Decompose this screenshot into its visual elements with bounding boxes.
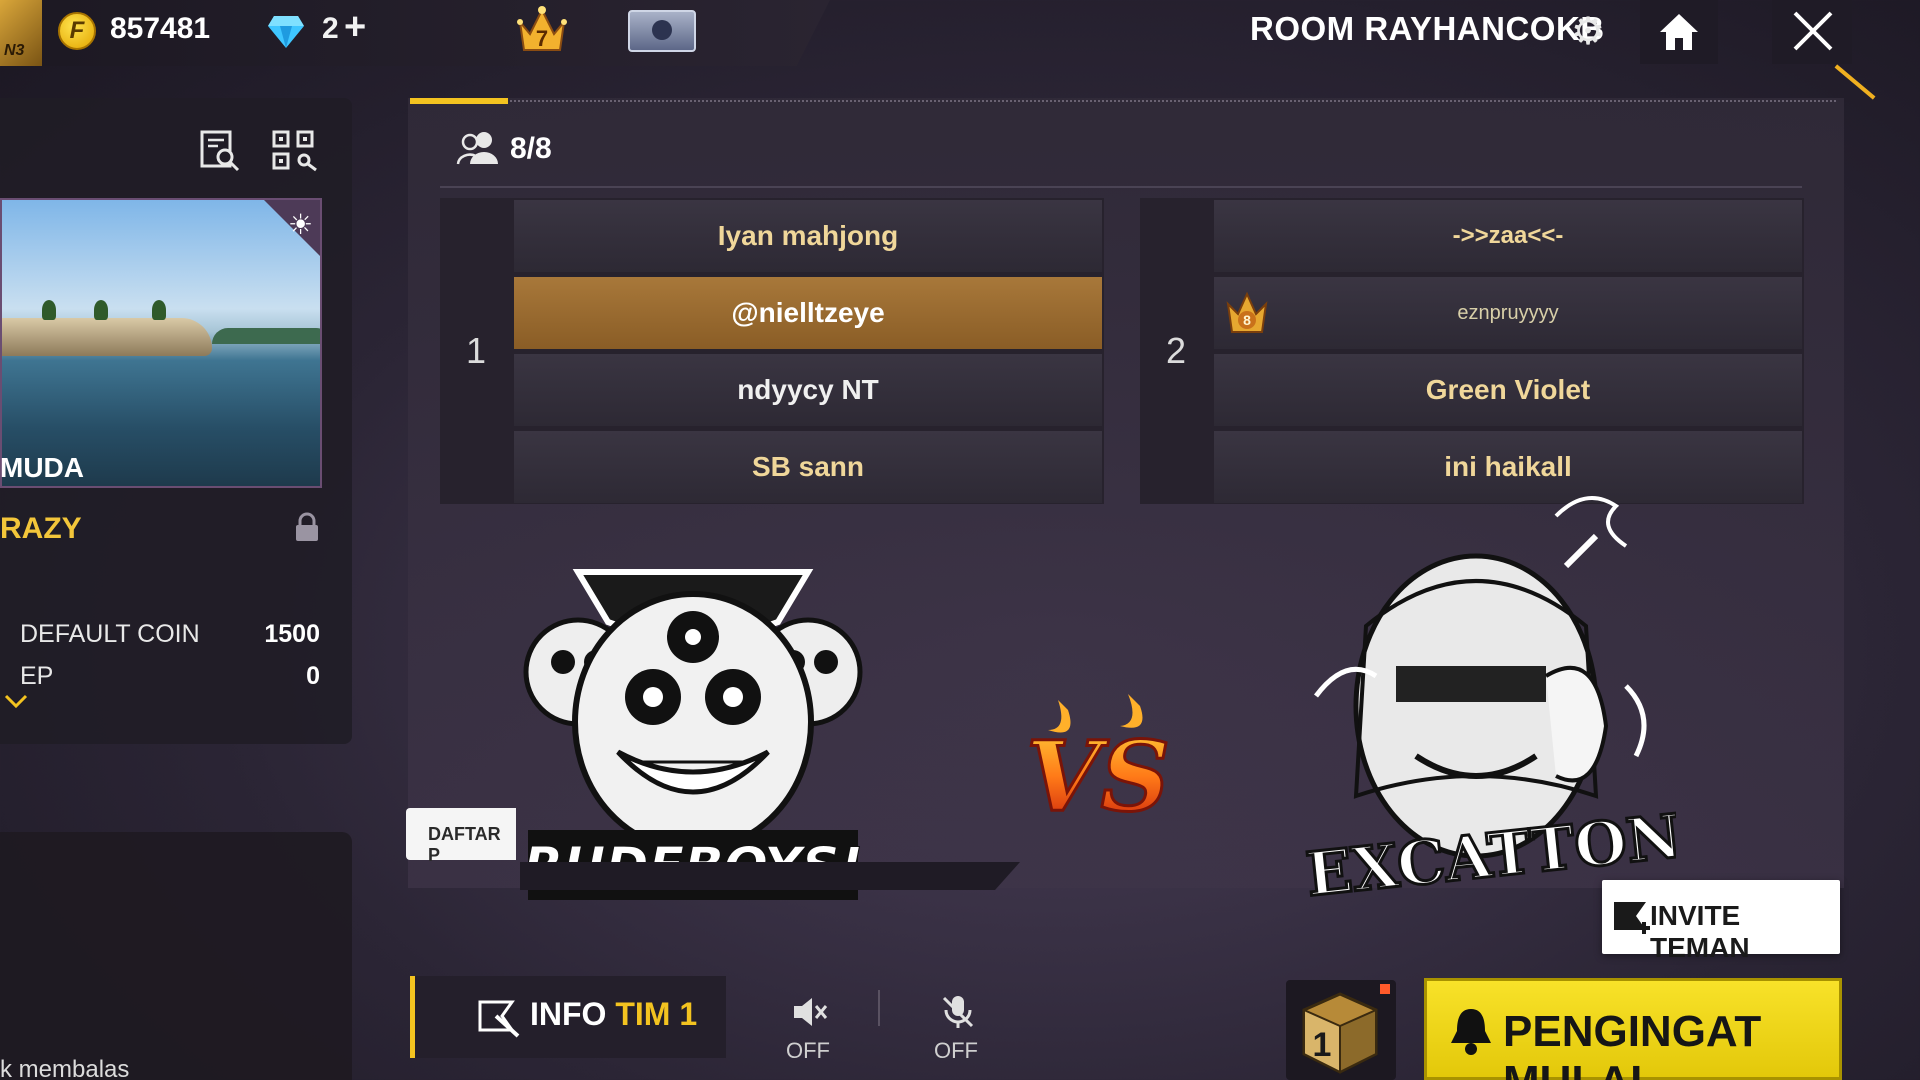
team-info-label: INFO TIM 1 bbox=[530, 996, 697, 1033]
team-info-team: TIM 1 bbox=[615, 996, 698, 1032]
diamond-balance: 2 bbox=[322, 12, 339, 45]
rank-crown-level: 8 bbox=[1243, 312, 1251, 328]
rank-tag: N3 bbox=[4, 42, 25, 59]
mic-toggle[interactable]: OFF bbox=[916, 986, 996, 1076]
daftar-label: DAFTAR P bbox=[428, 824, 501, 865]
team-1-number: 1 bbox=[465, 330, 487, 371]
room-title: ROOM RAYHANCOKB bbox=[1250, 10, 1605, 47]
daytime-sun-icon: ☀ bbox=[288, 209, 314, 240]
stat-value-default-coin: 1500 bbox=[264, 620, 320, 648]
mic-mute-icon bbox=[942, 996, 974, 1028]
decor-slash bbox=[1834, 64, 1876, 100]
start-reminder-button[interactable]: PENGINGAT MULAI bbox=[1424, 978, 1842, 1080]
stat-label-ep: EP bbox=[20, 662, 54, 690]
lock-icon bbox=[296, 512, 318, 541]
crown-level-number: 7 bbox=[536, 26, 548, 51]
header-divider bbox=[440, 186, 1802, 188]
map-palm bbox=[94, 300, 108, 320]
stat-value-ep: 0 bbox=[306, 662, 320, 690]
versus-text: VS bbox=[1028, 720, 1168, 833]
tab-divider bbox=[510, 100, 1836, 102]
gear-icon[interactable]: ⚙ bbox=[1568, 12, 1608, 52]
bell-icon bbox=[1451, 1009, 1491, 1055]
team-1-slot-2[interactable]: @nielltzeye bbox=[514, 277, 1102, 349]
team-2-slot-2[interactable]: eznpruyyyy bbox=[1214, 277, 1802, 349]
team-flag-icon bbox=[478, 1000, 520, 1038]
home-button[interactable] bbox=[1640, 0, 1718, 64]
team-2-number: 2 bbox=[1165, 330, 1187, 371]
home-icon bbox=[1660, 14, 1698, 50]
stat-label-default-coin: DEFAULT COIN bbox=[20, 620, 200, 648]
map-name: MUDA bbox=[0, 452, 84, 483]
qr-share-icon[interactable] bbox=[272, 130, 318, 172]
team-rudeboys-emblem: RUDEBOYS! bbox=[523, 569, 863, 900]
map-palm bbox=[42, 300, 56, 320]
chat-message: k membalas bbox=[0, 1056, 130, 1080]
loot-box-button[interactable]: 1 bbox=[1286, 980, 1396, 1080]
map-hills bbox=[212, 328, 320, 344]
team-1-slot-4[interactable]: SB sann bbox=[514, 431, 1102, 503]
topup-plus-button[interactable]: + bbox=[344, 6, 366, 49]
invite-friend-button[interactable]: INVITE TEMAN bbox=[1602, 880, 1840, 963]
team-info-button[interactable]: INFO TIM 1 bbox=[412, 976, 726, 1058]
gold-coin-icon: F bbox=[58, 12, 96, 50]
close-icon bbox=[1793, 11, 1833, 51]
chevron-down-icon[interactable] bbox=[4, 694, 28, 708]
diamond-icon bbox=[268, 16, 304, 48]
notification-dot bbox=[1380, 984, 1390, 994]
coin-balance: 857481 bbox=[110, 12, 211, 45]
audio-separator bbox=[878, 990, 880, 1026]
pass-card-icon[interactable] bbox=[628, 10, 696, 52]
start-reminder-label: PENGINGAT MULAI bbox=[1503, 1007, 1762, 1080]
speaker-toggle[interactable]: OFF bbox=[768, 986, 848, 1076]
daftar-tab[interactable]: DAFTAR P bbox=[406, 808, 516, 865]
team-2-slot-1[interactable]: ->>zaa<<- bbox=[1214, 200, 1802, 272]
team-info-prefix: INFO bbox=[530, 996, 616, 1032]
rank-badge[interactable]: N3 bbox=[0, 0, 42, 66]
players-icon bbox=[456, 132, 498, 165]
team-2-slot-3[interactable]: Green Violet bbox=[1214, 354, 1802, 426]
players-count: 8/8 bbox=[510, 132, 552, 165]
invite-label: INVITE TEMAN bbox=[1650, 900, 1750, 963]
map-thumbnail[interactable]: ☀ bbox=[0, 198, 322, 488]
info-accent-bar bbox=[410, 976, 415, 1058]
invite-flag-icon bbox=[1614, 902, 1650, 934]
map-island bbox=[2, 318, 212, 356]
chat-panel bbox=[0, 832, 352, 1080]
box-number: 1 bbox=[1313, 1026, 1332, 1064]
rank-crown-icon: 8 bbox=[1226, 291, 1268, 333]
crown-level-icon[interactable]: 7 bbox=[512, 0, 572, 60]
team-1-slot-1[interactable]: Iyan mahjong bbox=[514, 200, 1102, 272]
tab-indicator bbox=[410, 98, 508, 104]
emblem-base-strip bbox=[520, 862, 1020, 890]
mic-state: OFF bbox=[934, 1038, 978, 1063]
game-mode-name: RAZY bbox=[0, 512, 82, 545]
team-1-slot-3[interactable]: ndyycy NT bbox=[514, 354, 1102, 426]
versus-emblem: VS bbox=[1028, 694, 1168, 835]
speaker-mute-icon bbox=[794, 998, 828, 1026]
close-button[interactable] bbox=[1772, 0, 1852, 64]
room-search-icon[interactable] bbox=[200, 130, 240, 172]
map-palm bbox=[152, 300, 166, 320]
team-excatton-emblem: EXCATTON bbox=[1302, 496, 1676, 912]
box-icon: 1 bbox=[1302, 992, 1378, 1074]
speaker-state: OFF bbox=[786, 1038, 830, 1063]
